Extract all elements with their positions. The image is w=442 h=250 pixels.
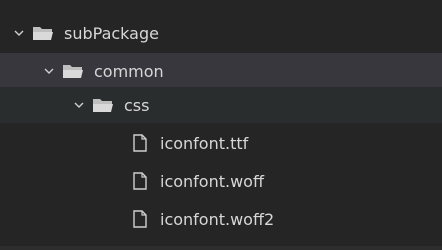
tree-item-label: css [124,95,150,115]
tree-item-iconfont-woff[interactable]: iconfont.woff [0,163,442,199]
file-icon [132,210,148,228]
tree-item-label: iconfont.woff [160,171,264,191]
tree-item-label: iconfont.ttf [160,133,249,153]
file-icon [132,172,148,190]
tree-item-css[interactable]: css [0,87,442,123]
file-icon [132,134,148,152]
tree-item-iconfont-woff2[interactable]: iconfont.woff2 [0,201,442,237]
tree-item-iconfont-ttf[interactable]: iconfont.ttf [0,125,442,161]
folder-open-icon [92,97,114,113]
file-explorer-tree: subPackage common css iconfont.ttf iconf… [0,0,442,250]
tree-item-common[interactable]: common [0,53,442,89]
chevron-down-icon[interactable] [72,98,86,112]
tree-item-subpackage[interactable]: subPackage [0,15,442,51]
folder-open-icon [32,25,54,41]
folder-open-icon [62,63,84,79]
tree-item-label: common [94,61,164,81]
chevron-down-icon[interactable] [12,26,26,40]
tree-item-label: subPackage [64,23,159,43]
chevron-down-icon[interactable] [42,64,56,78]
tree-bottom-edge [0,246,442,250]
tree-item-label: iconfont.woff2 [160,209,275,229]
